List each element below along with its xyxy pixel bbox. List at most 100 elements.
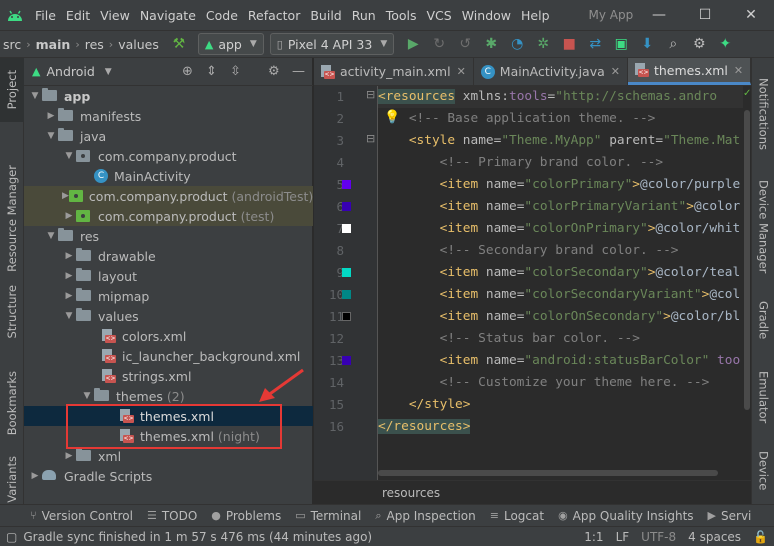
- tool-app-inspection[interactable]: ⌕ App Inspection: [368, 509, 482, 523]
- menu-build[interactable]: Build: [305, 8, 346, 23]
- tree-node-drawable[interactable]: ▶ drawable: [24, 246, 313, 266]
- tree-node-gradle-scripts[interactable]: ▶ Gradle Scripts: [24, 466, 313, 486]
- lock-icon[interactable]: 🔓: [747, 530, 774, 544]
- device-select[interactable]: ▯ Pixel 4 API 33 ▼: [269, 33, 395, 55]
- status-line-separator[interactable]: LF: [610, 530, 636, 544]
- tab-structure[interactable]: Structure: [0, 272, 24, 352]
- fold-marker-icon[interactable]: ⊟: [366, 132, 375, 145]
- scrollbar-thumb[interactable]: [744, 110, 750, 410]
- status-caret-position[interactable]: 1:1: [578, 530, 609, 544]
- color-swatch-on-primary[interactable]: [342, 224, 351, 233]
- chevron-down-icon[interactable]: ▼: [44, 231, 58, 241]
- menu-tools[interactable]: Tools: [381, 8, 422, 23]
- color-swatch-secondary-variant[interactable]: [342, 290, 351, 299]
- tool-logcat[interactable]: ≡ Logcat: [483, 509, 551, 523]
- tab-mainactivity-java[interactable]: C MainActivity.java ✕: [474, 58, 628, 85]
- color-swatch-secondary[interactable]: [342, 268, 351, 277]
- sync-gradle-icon[interactable]: ⇄: [582, 31, 608, 57]
- gear-icon[interactable]: ⚙: [686, 31, 712, 57]
- tab-device-manager[interactable]: Device Manager: [752, 172, 774, 282]
- build-hammer-icon[interactable]: ⚒: [166, 31, 192, 57]
- menu-edit[interactable]: Edit: [61, 8, 95, 23]
- chevron-right-icon[interactable]: ▶: [62, 211, 76, 221]
- breadcrumb-res[interactable]: res: [82, 37, 107, 52]
- tab-notifications[interactable]: Notifications: [752, 64, 774, 164]
- expand-all-icon[interactable]: ⇕: [206, 64, 217, 79]
- breadcrumb-values[interactable]: values: [115, 37, 162, 52]
- tree-node-colors-xml[interactable]: <> colors.xml: [24, 326, 313, 346]
- tool-services[interactable]: ▶ Servi: [701, 509, 759, 523]
- color-swatch-on-secondary[interactable]: [342, 312, 351, 321]
- tree-node-manifests[interactable]: ▶ manifests: [24, 106, 313, 126]
- tree-node-values[interactable]: ▼ values: [24, 306, 313, 326]
- tab-gradle[interactable]: Gradle: [752, 290, 774, 350]
- run-config-select[interactable]: ▲ app ▼: [197, 33, 264, 55]
- tab-bookmarks[interactable]: Bookmarks: [0, 358, 24, 448]
- tool-problems[interactable]: ● Problems: [204, 509, 288, 523]
- chevron-down-icon[interactable]: ▼: [28, 91, 42, 101]
- chevron-down-icon[interactable]: ▼: [62, 151, 76, 161]
- chevron-right-icon[interactable]: ▶: [28, 471, 42, 481]
- close-icon[interactable]: ✕: [457, 65, 466, 78]
- tree-node-app[interactable]: ▼ app: [24, 86, 313, 106]
- chevron-down-icon[interactable]: ▼: [105, 67, 112, 77]
- status-indent[interactable]: 4 spaces: [682, 530, 747, 544]
- tool-version-control[interactable]: ⑂ Version Control: [0, 509, 140, 523]
- menu-view[interactable]: View: [95, 8, 135, 23]
- chevron-right-icon[interactable]: ▶: [62, 191, 69, 201]
- menu-code[interactable]: Code: [201, 8, 243, 23]
- apply-code-changes-icon[interactable]: ↺: [452, 31, 478, 57]
- vertical-scrollbar[interactable]: ✓: [743, 86, 751, 480]
- locate-icon[interactable]: ⊕: [182, 64, 193, 79]
- tree-node-xml[interactable]: ▶ xml: [24, 446, 313, 466]
- profile-icon[interactable]: ◔: [504, 31, 530, 57]
- tree-node-package[interactable]: ▼ com.company.product: [24, 146, 313, 166]
- color-swatch-primary-variant[interactable]: [342, 202, 351, 211]
- tab-project[interactable]: Project: [0, 58, 24, 122]
- menu-navigate[interactable]: Navigate: [135, 8, 201, 23]
- project-view-mode[interactable]: Android: [46, 64, 94, 79]
- status-layout-icon[interactable]: ▢: [0, 530, 23, 544]
- tab-themes-xml[interactable]: <> themes.xml ✕: [627, 58, 752, 85]
- close-icon[interactable]: ✕: [611, 65, 620, 78]
- sdk-manager-icon[interactable]: ⬇: [634, 31, 660, 57]
- tool-todo[interactable]: ☰ TODO: [140, 509, 204, 523]
- minimize-button[interactable]: —: [636, 0, 682, 30]
- close-icon[interactable]: ✕: [734, 64, 743, 77]
- chevron-right-icon[interactable]: ▶: [44, 111, 58, 121]
- tool-app-quality-insights[interactable]: ◉ App Quality Insights: [551, 509, 700, 523]
- tree-node-java[interactable]: ▼ java: [24, 126, 313, 146]
- collapse-all-icon[interactable]: ⇳: [230, 64, 241, 79]
- color-swatch-primary[interactable]: [342, 180, 351, 189]
- tree-node-res[interactable]: ▼ res: [24, 226, 313, 246]
- status-encoding[interactable]: UTF-8: [635, 530, 682, 544]
- attach-debugger-icon[interactable]: ✲: [530, 31, 556, 57]
- chevron-right-icon[interactable]: ▶: [62, 291, 76, 301]
- code-editor[interactable]: 💡 <resources xmlns:tools="http://schemas…: [378, 86, 743, 480]
- run-icon[interactable]: ▶: [400, 31, 426, 57]
- tab-activity-main-xml[interactable]: <> activity_main.xml ✕: [314, 58, 474, 85]
- menu-help[interactable]: Help: [516, 8, 555, 23]
- menu-vcs[interactable]: VCS: [422, 8, 457, 23]
- gear-icon[interactable]: ⚙: [268, 64, 280, 79]
- chevron-right-icon[interactable]: ▶: [62, 251, 76, 261]
- hide-icon[interactable]: —: [292, 64, 305, 79]
- chevron-down-icon[interactable]: ▼: [44, 131, 58, 141]
- color-swatch-status-bar[interactable]: [342, 356, 351, 365]
- close-button[interactable]: ✕: [728, 0, 774, 30]
- tab-emulator[interactable]: Emulator: [752, 362, 774, 432]
- tree-node-mainactivity[interactable]: C MainActivity: [24, 166, 313, 186]
- menu-refactor[interactable]: Refactor: [243, 8, 305, 23]
- tab-variants[interactable]: Variants: [0, 454, 24, 504]
- tool-terminal[interactable]: ▭ Terminal: [288, 509, 368, 523]
- tree-node-mipmap[interactable]: ▶ mipmap: [24, 286, 313, 306]
- tab-device-explorer[interactable]: Device: [752, 438, 774, 504]
- debug-icon[interactable]: ✱: [478, 31, 504, 57]
- tree-node-package-test[interactable]: ▶ com.company.product (test): [24, 206, 313, 226]
- breadcrumb-main[interactable]: main: [33, 37, 74, 52]
- maximize-button[interactable]: ☐: [682, 0, 728, 30]
- device-manager-icon[interactable]: ▣: [608, 31, 634, 57]
- menu-file[interactable]: File: [30, 8, 61, 23]
- breadcrumb-src[interactable]: src: [0, 37, 24, 52]
- chevron-right-icon[interactable]: ▶: [62, 451, 76, 461]
